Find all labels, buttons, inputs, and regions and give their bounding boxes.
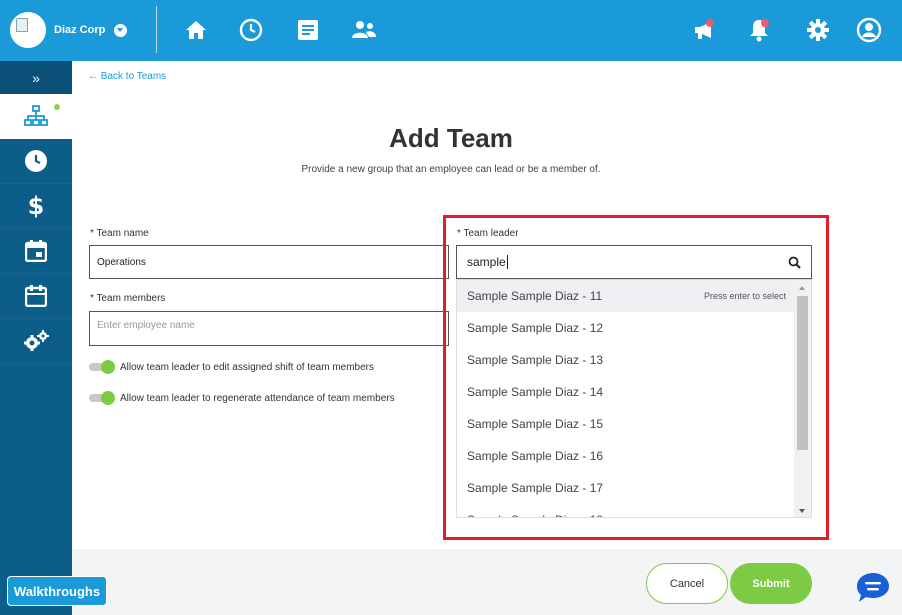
org-switcher[interactable]: Diaz Corp [10, 12, 128, 48]
megaphone-icon[interactable] [690, 15, 720, 45]
calendar-icon [25, 240, 47, 262]
dropdown-option[interactable]: Sample Sample Diaz - 15 [457, 408, 796, 440]
dropdown-option[interactable]: Sample Sample Diaz - 14 [457, 376, 796, 408]
chevron-down-icon[interactable] [114, 23, 128, 37]
document-icon[interactable] [293, 15, 323, 45]
dropdown-option[interactable]: Sample Sample Diaz - 13 [457, 344, 796, 376]
divider [156, 6, 157, 53]
dollar-icon: $ [27, 192, 45, 220]
sidebar: » $ [0, 61, 72, 615]
sidebar-item-time[interactable] [0, 139, 72, 184]
sidebar-item-schedule[interactable] [0, 274, 72, 319]
team-name-input[interactable]: Operations [89, 245, 449, 279]
team-leader-input-text: sample [467, 255, 506, 269]
status-dot [54, 104, 60, 110]
org-name: Diaz Corp [54, 24, 106, 36]
user-icon[interactable] [854, 15, 884, 45]
team-members-input[interactable]: Enter employee name [89, 311, 449, 346]
clock-icon [25, 150, 47, 172]
option-label: Sample Sample Diaz - 11 [467, 289, 603, 303]
cancel-button[interactable]: Cancel [646, 563, 728, 604]
dropdown-scrollbar[interactable] [794, 280, 811, 517]
sidebar-item-payroll[interactable]: $ [0, 184, 72, 229]
dropdown-option[interactable]: Sample Sample Diaz - 12 [457, 312, 796, 344]
text-cursor [506, 255, 508, 269]
org-chart-icon [24, 105, 48, 126]
sidebar-expand-button[interactable]: » [0, 61, 72, 94]
top-bar: Diaz Corp [0, 0, 902, 61]
team-members-label: * Team members [90, 293, 166, 304]
home-icon[interactable] [181, 15, 211, 45]
toggle-regen-attendance[interactable] [89, 391, 115, 405]
sidebar-item-teams[interactable] [0, 94, 72, 139]
team-name-label: * Team name [90, 228, 149, 239]
chat-icon[interactable] [855, 571, 891, 605]
clock-icon[interactable] [236, 15, 266, 45]
sidebar-item-settings[interactable] [0, 319, 72, 364]
bell-icon[interactable] [744, 15, 774, 45]
schedule-icon [25, 285, 47, 307]
toggle-edit-shift-row: Allow team leader to edit assigned shift… [89, 360, 374, 374]
toggle-edit-shift-label: Allow team leader to edit assigned shift… [120, 361, 375, 373]
notification-dot [761, 19, 769, 27]
dropdown-option[interactable]: Sample Sample Diaz - 18 [457, 504, 796, 517]
org-logo [10, 12, 46, 48]
dropdown-option[interactable]: Sample Sample Diaz - 16 [457, 440, 796, 472]
dropdown-hint: Press enter to select [703, 291, 786, 301]
back-to-teams-link[interactable]: ← Back to Teams [88, 71, 166, 82]
team-leader-input[interactable]: sample [456, 245, 812, 279]
team-leader-dropdown: Sample Sample Diaz - 11 Press enter to s… [456, 279, 812, 518]
page-title: Add Team [389, 123, 513, 153]
scroll-up-icon[interactable] [799, 286, 805, 290]
page-subtitle: Provide a new group that an employee can… [301, 164, 601, 175]
scrollbar-thumb[interactable] [797, 296, 808, 450]
submit-button[interactable]: Submit [730, 563, 812, 604]
settings-icon [24, 330, 49, 351]
walkthroughs-button[interactable]: Walkthroughs [7, 576, 107, 606]
scroll-down-icon[interactable] [799, 509, 805, 513]
toggle-regen-attendance-row: Allow team leader to regenerate attendan… [89, 391, 395, 405]
dropdown-option[interactable]: Sample Sample Diaz - 17 [457, 472, 796, 504]
sidebar-item-calendar[interactable] [0, 229, 72, 274]
search-icon[interactable] [788, 256, 801, 269]
toggle-regen-attendance-label: Allow team leader to regenerate attendan… [120, 392, 395, 404]
gear-icon[interactable] [803, 15, 833, 45]
team-leader-label: * Team leader [457, 228, 519, 239]
toggle-edit-shift[interactable] [89, 360, 115, 374]
people-icon[interactable] [349, 15, 379, 45]
notification-dot [706, 19, 714, 27]
dropdown-option[interactable]: Sample Sample Diaz - 11 Press enter to s… [457, 280, 796, 312]
